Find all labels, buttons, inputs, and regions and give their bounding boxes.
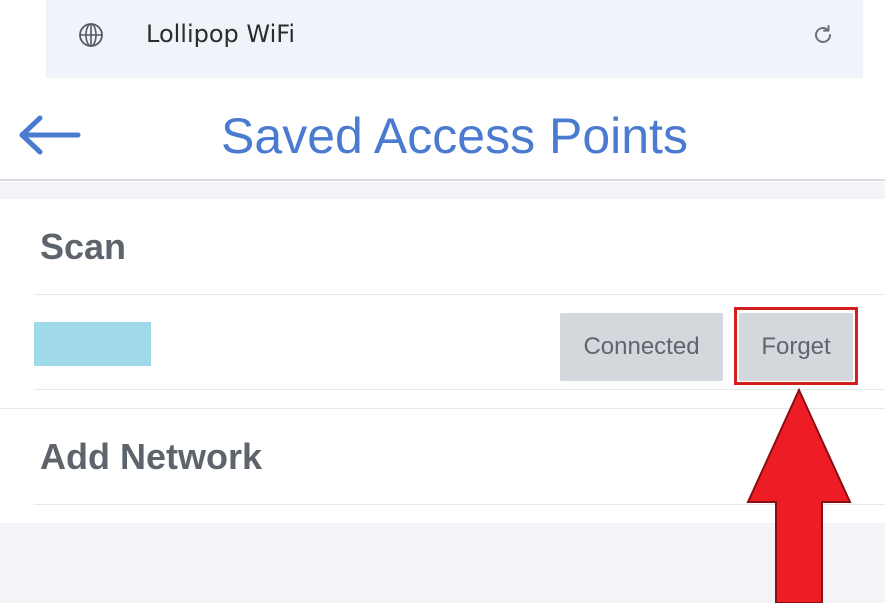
- arrow-up-icon: [746, 388, 852, 603]
- globe-icon: [79, 23, 103, 47]
- scan-item[interactable]: Scan: [40, 224, 126, 270]
- saved-network-name: [34, 322, 151, 366]
- reload-icon[interactable]: [811, 23, 835, 47]
- highlight-box: [734, 307, 858, 385]
- divider: [34, 294, 885, 295]
- browser-page-title: Lollipop WiFi: [146, 20, 296, 48]
- add-network-item[interactable]: Add Network: [40, 434, 262, 480]
- header-divider: [0, 179, 885, 181]
- connected-button[interactable]: Connected: [560, 313, 723, 381]
- page-title: Saved Access Points: [221, 108, 688, 164]
